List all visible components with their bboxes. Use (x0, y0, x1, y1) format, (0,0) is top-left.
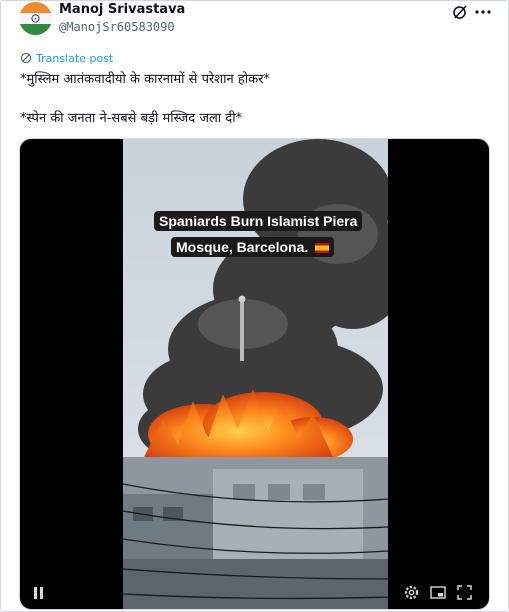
translate-post-link[interactable]: Translate post (20, 51, 113, 65)
tweet-text-line-1: *मुस्लिम आतंकवादीयो के कारनामों से परेशा… (20, 72, 270, 87)
video-player[interactable]: Spaniards Burn Islamist Piera Mosque, Ba… (19, 138, 490, 610)
tweet-text-line-2: *स्पेन की जनता ने-सबसे बड़ी मस्जिद जला द… (20, 111, 243, 126)
pause-icon[interactable] (32, 585, 46, 601)
video-caption-line-2: Mosque, Barcelona. (171, 237, 335, 257)
avatar[interactable] (19, 2, 52, 35)
globe-icon (20, 52, 32, 64)
india-flag-avatar-icon (19, 2, 52, 35)
spain-flag-icon (315, 243, 330, 254)
settings-icon[interactable] (403, 584, 420, 601)
grok-icon[interactable] (452, 4, 468, 20)
video-caption-line-2-text: Mosque, Barcelona. (176, 239, 309, 255)
author-display-name[interactable]: Manoj Srivastava (59, 2, 185, 17)
picture-in-picture-icon[interactable] (430, 585, 446, 600)
fullscreen-icon[interactable] (457, 585, 472, 600)
translate-post-label: Translate post (36, 51, 114, 65)
video-caption-line-1: Spaniards Burn Islamist Piera (154, 211, 363, 231)
author-handle[interactable]: @ManojSr60583090 (59, 20, 175, 34)
more-icon[interactable] (474, 4, 492, 20)
video-controls (20, 579, 489, 609)
video-frame[interactable] (123, 139, 388, 610)
